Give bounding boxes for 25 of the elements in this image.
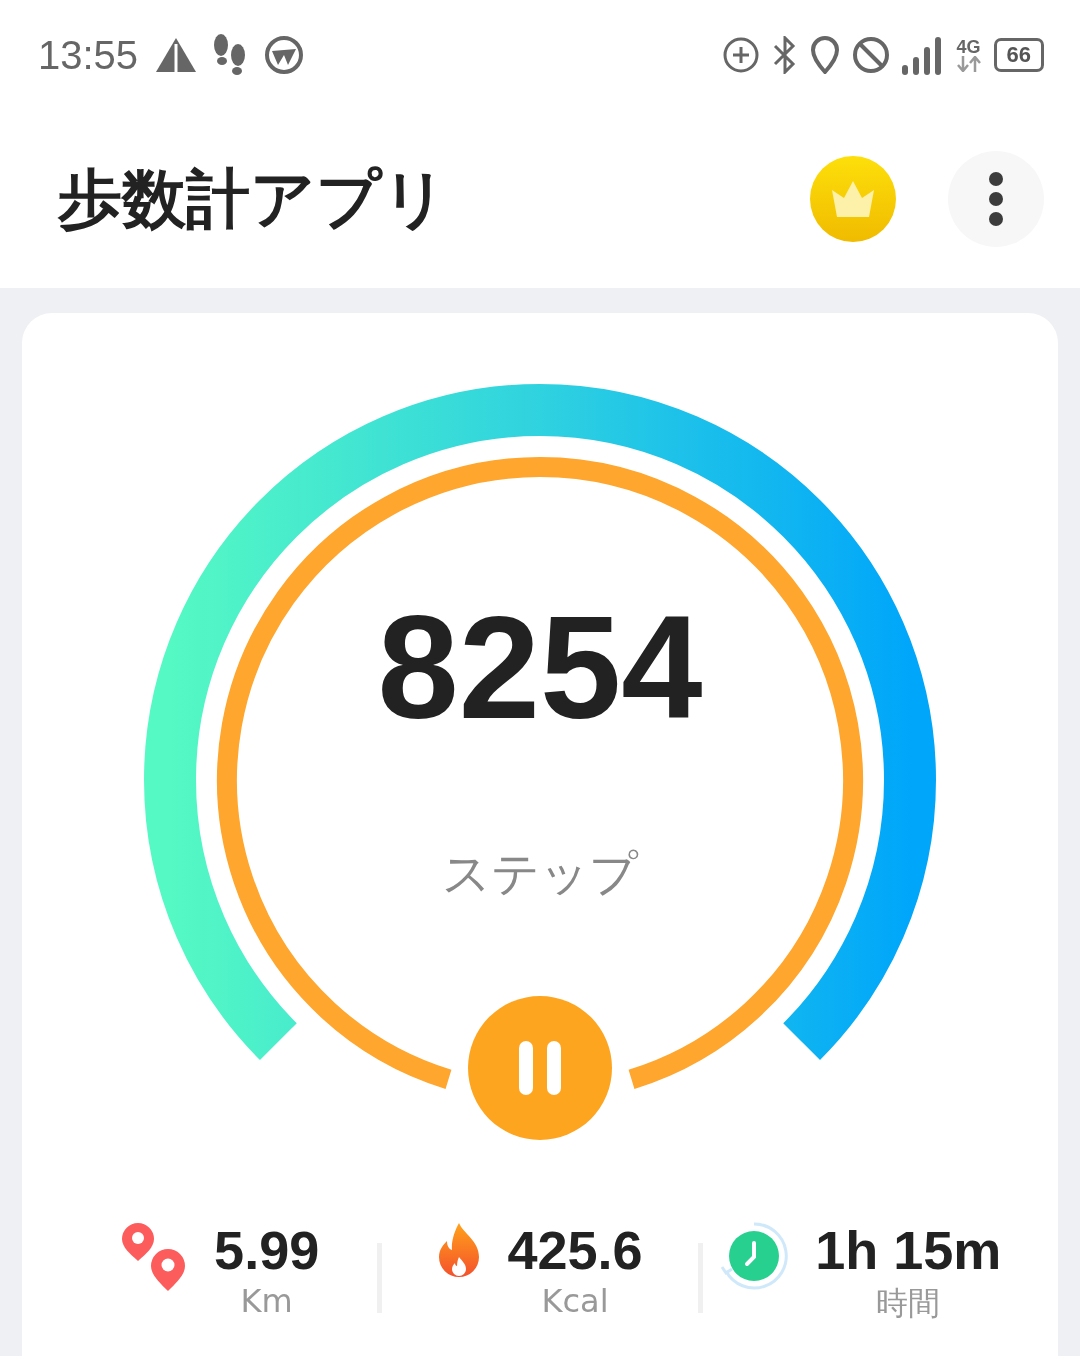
bluetooth-icon — [771, 36, 798, 74]
stat-label: 時間 — [876, 1283, 941, 1325]
network-type: 4G — [956, 38, 981, 56]
signal-icon — [901, 35, 944, 75]
badge-icon — [264, 35, 305, 75]
step-count: 8254 — [377, 586, 703, 749]
data-arrows-icon — [955, 56, 982, 72]
flame-icon — [437, 1221, 482, 1279]
more-icon — [988, 171, 1004, 227]
stat-label: Kcal — [541, 1282, 609, 1321]
step-unit: ステップ — [442, 845, 638, 901]
do-not-disturb-icon — [851, 36, 890, 74]
add-circle-icon — [721, 36, 760, 74]
crown-icon — [830, 180, 876, 218]
status-time: 13:55 — [38, 32, 139, 78]
stat-label: Km — [240, 1282, 293, 1321]
pause-button[interactable] — [468, 996, 612, 1140]
location-icon — [809, 36, 840, 74]
app-title: 歩数計アプリ — [58, 160, 448, 238]
battery-level: 66 — [993, 38, 1044, 72]
stat-value: 425.6 — [507, 1221, 643, 1281]
triangle-icon — [156, 38, 197, 72]
stat-value: 1h 15m — [815, 1221, 1002, 1281]
stat-value: 5.99 — [214, 1221, 320, 1281]
clock-icon — [719, 1221, 790, 1291]
